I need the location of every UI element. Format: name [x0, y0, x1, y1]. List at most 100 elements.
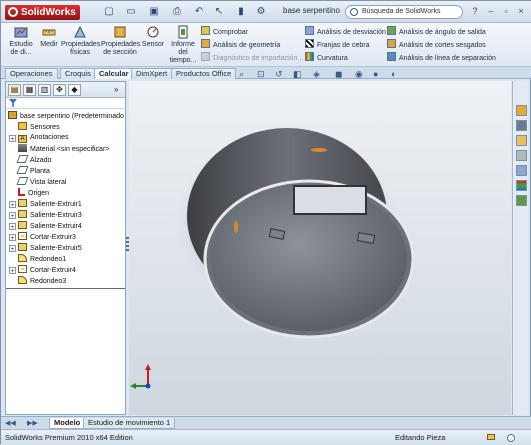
- study-button[interactable]: Estudio de di...: [6, 25, 36, 57]
- sensor-button[interactable]: Sensor: [141, 25, 165, 49]
- tree-item-label: Planta: [30, 168, 50, 175]
- zebra-stripes-button[interactable]: Franjas de cebra: [305, 39, 370, 51]
- tab-croquis[interactable]: Croquis: [60, 68, 96, 79]
- resources-icon[interactable]: [516, 105, 527, 116]
- geometry-analysis-button[interactable]: Análisis de geometría: [201, 39, 280, 51]
- rollback-bar[interactable]: [6, 288, 125, 289]
- quick-tips-icon[interactable]: [487, 434, 495, 440]
- appearances-icon[interactable]: [516, 180, 527, 191]
- tab-dimxpert[interactable]: DimXpert: [131, 68, 173, 79]
- save-icon[interactable]: ▣: [146, 5, 162, 19]
- draft-analysis-button[interactable]: Análisis de ángulo de salida: [387, 26, 486, 38]
- check-icon: [201, 26, 210, 35]
- mass-properties-button[interactable]: Propiedades físicas: [61, 25, 100, 57]
- extrude-icon: [18, 210, 27, 218]
- part-icon: [8, 111, 17, 119]
- tree-item[interactable]: Redondeo1: [18, 254, 66, 264]
- tree-item[interactable]: Saliente-Extruir3: [18, 210, 82, 220]
- select-icon[interactable]: ↖: [211, 5, 227, 19]
- tab-operaciones[interactable]: Operaciones: [5, 68, 58, 79]
- custom-properties-icon[interactable]: [516, 195, 527, 206]
- draft-analysis-icon: [387, 26, 396, 35]
- undo-icon[interactable]: ↶: [191, 5, 207, 19]
- options-icon[interactable]: ⚙: [253, 5, 269, 19]
- tab-motion-study[interactable]: Estudio de movimiento 1: [83, 418, 176, 429]
- minimize-icon[interactable]: –: [485, 6, 497, 16]
- expand-icon[interactable]: +: [9, 234, 16, 242]
- tree-item[interactable]: Saliente-Extruir1: [18, 199, 82, 209]
- undercut-analysis-button[interactable]: Análisis de cortes sesgados: [387, 39, 486, 51]
- zoom-fit-icon[interactable]: ⌕: [239, 69, 244, 80]
- expand-icon[interactable]: +: [9, 267, 16, 275]
- open-icon[interactable]: ▭: [123, 5, 139, 19]
- measure-button[interactable]: Medir: [38, 25, 60, 49]
- part-model[interactable]: [129, 81, 511, 415]
- tree-item[interactable]: Alzado: [16, 155, 51, 165]
- tree-item-label: Cortar-Extruir4: [30, 267, 76, 274]
- appearance-icon[interactable]: ●: [373, 69, 378, 79]
- tree-item[interactable]: A Anotaciones: [18, 133, 69, 143]
- tab-calcular[interactable]: Calcular: [94, 68, 134, 79]
- print-icon[interactable]: ⎙: [169, 5, 185, 19]
- section-properties-button[interactable]: Propiedades de sección: [101, 25, 140, 57]
- new-icon[interactable]: ▢: [101, 5, 117, 19]
- deviation-analysis-button[interactable]: Análisis de desviación: [305, 26, 386, 38]
- tree-item[interactable]: Origen: [18, 188, 49, 198]
- tab-modelo[interactable]: Modelo: [49, 418, 86, 429]
- tree-item-label: Sensores: [30, 124, 60, 131]
- tree-root[interactable]: base serpentino (Predeterminado: [8, 111, 124, 121]
- tree-item[interactable]: Saliente-Extruir5: [18, 243, 82, 253]
- solidworks-logo[interactable]: SolidWorks: [5, 5, 80, 20]
- graphics-area[interactable]: [129, 81, 511, 415]
- section-view-icon[interactable]: ◧: [293, 69, 302, 80]
- configuration-manager-tab-icon[interactable]: ▥: [38, 84, 51, 96]
- check-button[interactable]: Comprobar: [201, 26, 248, 38]
- tree-item[interactable]: Sensores: [18, 122, 60, 132]
- feature-manager-tab-icon[interactable]: ▤: [8, 84, 21, 96]
- tree-item[interactable]: Redondeo3: [18, 276, 66, 286]
- expand-icon[interactable]: +: [9, 135, 16, 143]
- scroll-right-icon[interactable]: ▶▶: [27, 419, 38, 427]
- scroll-left-icon[interactable]: ◀◀: [5, 419, 16, 427]
- section-properties-icon: [114, 26, 126, 38]
- search-input[interactable]: Búsqueda de SolidWorks: [345, 5, 463, 19]
- zoom-area-icon[interactable]: ⊡: [257, 69, 265, 80]
- dimxpert-manager-tab-icon[interactable]: ✥: [53, 84, 66, 96]
- display-style-icon[interactable]: ◼: [335, 69, 342, 80]
- view-palette-icon[interactable]: [516, 165, 527, 176]
- report-button[interactable]: Informe del tiempo...: [169, 25, 197, 65]
- property-manager-tab-icon[interactable]: ▦: [23, 84, 36, 96]
- tree-item[interactable]: Saliente-Extruir4: [18, 221, 82, 231]
- search-results-icon[interactable]: [516, 150, 527, 161]
- hide-show-icon[interactable]: ◉: [355, 69, 363, 80]
- tree-item[interactable]: Cortar-Extruir3: [18, 232, 76, 242]
- curvature-button[interactable]: Curvatura: [305, 52, 348, 64]
- restore-icon[interactable]: ▫: [500, 6, 512, 16]
- view-orientation-icon[interactable]: ◈: [313, 69, 320, 80]
- expand-icon[interactable]: +: [9, 212, 16, 220]
- expand-icon[interactable]: +: [9, 245, 16, 253]
- help-icon[interactable]: ?: [469, 6, 481, 16]
- close-icon[interactable]: ×: [515, 6, 527, 16]
- display-manager-tab-icon[interactable]: ◆: [68, 84, 81, 96]
- tree-filter[interactable]: [6, 98, 125, 109]
- tree-item[interactable]: Vista lateral: [16, 177, 66, 187]
- command-tabs: Operaciones Croquis Calcular DimXpert Pr…: [1, 67, 531, 79]
- parting-line-icon: [387, 52, 396, 61]
- file-explorer-icon[interactable]: [516, 135, 527, 146]
- parting-line-button[interactable]: Análisis de línea de separación: [387, 52, 496, 64]
- tree-item-label: Saliente-Extruir4: [30, 223, 82, 230]
- tab-productos-office[interactable]: Productos Office: [171, 68, 237, 79]
- tree-item[interactable]: Cortar-Extruir4: [18, 265, 76, 275]
- zebra-label: Franjas de cebra: [317, 42, 370, 49]
- previous-view-icon[interactable]: ↺: [275, 69, 283, 80]
- help-status-icon[interactable]: [507, 434, 515, 442]
- tree-item[interactable]: Planta: [16, 166, 50, 176]
- panel-expand-icon[interactable]: »: [114, 85, 118, 94]
- design-library-icon[interactable]: [516, 120, 527, 131]
- tree-item[interactable]: Material <sin especificar>: [18, 144, 109, 154]
- scene-icon[interactable]: ◐: [391, 69, 396, 79]
- expand-icon[interactable]: +: [9, 223, 16, 231]
- expand-icon[interactable]: +: [9, 201, 16, 209]
- rebuild-icon[interactable]: ▮: [233, 5, 249, 19]
